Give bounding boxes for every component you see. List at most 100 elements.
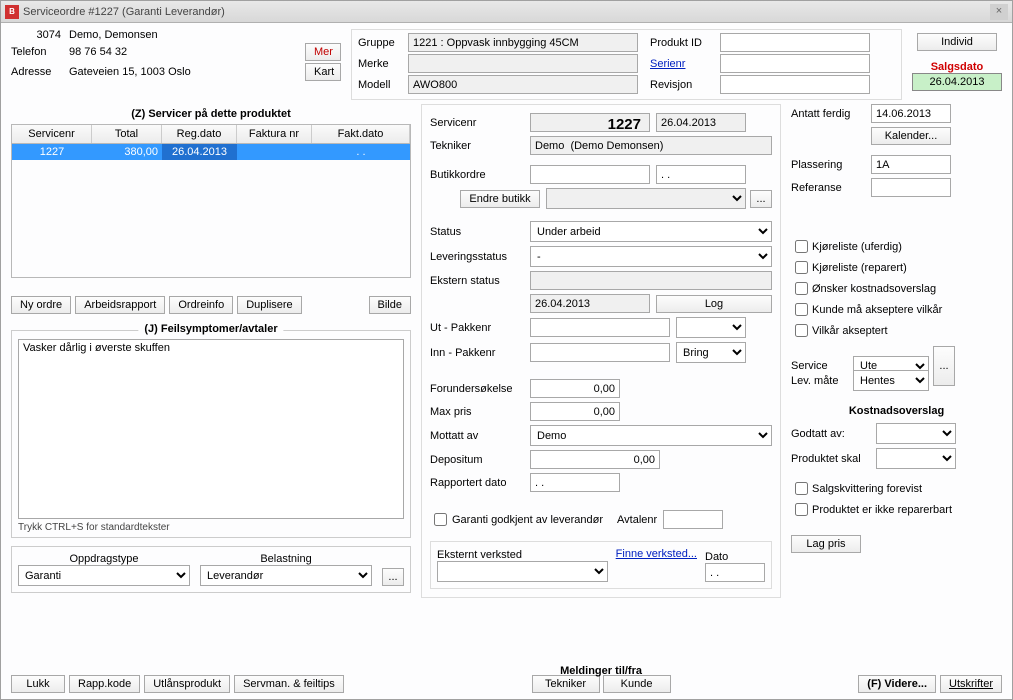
plassering-field[interactable]: [871, 155, 951, 174]
status-label: Status: [430, 226, 530, 238]
th-regdato[interactable]: Reg.dato: [162, 125, 237, 143]
address-value: Gateveien 15, 1003 Oslo: [69, 66, 191, 78]
oppdrag-more-button[interactable]: ...: [382, 568, 404, 586]
videre-button[interactable]: (F) Videre...: [858, 675, 936, 693]
antatt-label: Antatt ferdig: [791, 108, 871, 120]
th-total[interactable]: Total: [92, 125, 162, 143]
butikkordre-dato[interactable]: [656, 165, 746, 184]
produktid-field[interactable]: [720, 33, 870, 52]
services-table-body[interactable]: 1227 380,00 26.04.2013 . .: [11, 144, 411, 278]
status-select[interactable]: Under arbeid: [530, 221, 772, 242]
kjoreliste-uferdig-check[interactable]: [795, 240, 808, 253]
produktet-skal-select[interactable]: [876, 448, 956, 469]
ny-ordre-button[interactable]: Ny ordre: [11, 296, 71, 314]
mer-button[interactable]: Mer: [305, 43, 341, 61]
godtatt-select[interactable]: [876, 423, 956, 444]
lag-pris-button[interactable]: Lag pris: [791, 535, 861, 553]
garanti-godkjent-check[interactable]: [434, 513, 447, 526]
utlansprodukt-button[interactable]: Utlånsprodukt: [144, 675, 230, 693]
serienr-link[interactable]: Serienr: [650, 58, 720, 70]
app-icon: B: [5, 5, 19, 19]
phone-value: 98 76 54 32: [69, 46, 127, 58]
utskrifter-button[interactable]: Utskrifter: [940, 675, 1002, 693]
modell-field[interactable]: [408, 75, 638, 94]
forundersokelse-label: Forundersøkelse: [430, 383, 530, 395]
ekstern-status-field[interactable]: [530, 271, 772, 290]
vilkar-akseptert-check[interactable]: [795, 324, 808, 337]
belastning-select[interactable]: Leverandør: [200, 565, 372, 586]
log-button[interactable]: Log: [656, 295, 772, 313]
onsker-overslag-check[interactable]: [795, 282, 808, 295]
lukk-button[interactable]: Lukk: [11, 675, 65, 693]
th-faktdato[interactable]: Fakt.dato: [312, 125, 410, 143]
inn-pakke-field[interactable]: [530, 343, 670, 362]
merke-label: Merke: [358, 58, 408, 70]
serienr-field[interactable]: [720, 54, 870, 73]
levmate-select[interactable]: Hentes: [853, 370, 929, 391]
service-label: Service: [791, 360, 853, 372]
ut-pakke-field[interactable]: [530, 318, 670, 337]
butikk-select[interactable]: [546, 188, 746, 209]
kunde-akseptere-label: Kunde må akseptere vilkår: [812, 304, 942, 316]
ut-pakke-select[interactable]: [676, 317, 746, 338]
forundersokelse-field[interactable]: [530, 379, 620, 398]
feilsymptomer-text[interactable]: [18, 339, 404, 519]
salgskvittering-check[interactable]: [795, 482, 808, 495]
maxpris-label: Max pris: [430, 406, 530, 418]
service-more-button[interactable]: ...: [933, 346, 955, 386]
revisjon-label: Revisjon: [650, 79, 720, 91]
th-fakturanr[interactable]: Faktura nr: [237, 125, 312, 143]
eksternt-select[interactable]: [437, 561, 608, 582]
servman-button[interactable]: Servman. & feiltips: [234, 675, 344, 693]
leveringsstatus-select[interactable]: -: [530, 246, 772, 267]
customer-name: Demo, Demonsen: [69, 29, 158, 41]
kalender-button[interactable]: Kalender...: [871, 127, 951, 145]
avtalenr-field[interactable]: [663, 510, 723, 529]
kunde-button[interactable]: Kunde: [603, 675, 671, 693]
rapportert-label: Rapportert dato: [430, 477, 530, 489]
depositum-field[interactable]: [530, 450, 660, 469]
plassering-label: Plassering: [791, 159, 871, 171]
bilde-button[interactable]: Bilde: [369, 296, 411, 314]
mottatt-select[interactable]: Demo: [530, 425, 772, 446]
finne-verksted-link[interactable]: Finne verksted...: [616, 548, 697, 560]
ordreinfo-button[interactable]: Ordreinfo: [169, 296, 233, 314]
onsker-overslag-label: Ønsker kostnadsoverslag: [812, 283, 936, 295]
inn-pakke-select[interactable]: Bring: [676, 342, 746, 363]
maxpris-field[interactable]: [530, 402, 620, 421]
eksternt-dato-field[interactable]: [705, 563, 765, 582]
gruppe-field[interactable]: [408, 33, 638, 52]
servicenr-dato[interactable]: [656, 113, 746, 132]
kjoreliste-reparert-check[interactable]: [795, 261, 808, 274]
tekniker-field[interactable]: [530, 136, 772, 155]
ikke-reparerbart-check[interactable]: [795, 503, 808, 516]
ekstern-status-dato[interactable]: [530, 294, 650, 313]
referanse-label: Referanse: [791, 182, 871, 194]
kjoreliste-reparert-label: Kjøreliste (reparert): [812, 262, 907, 274]
revisjon-field[interactable]: [720, 75, 870, 94]
th-servicenr[interactable]: Servicenr: [12, 125, 92, 143]
close-button[interactable]: ×: [990, 4, 1008, 20]
meldinger-label: Meldinger til/fra: [560, 665, 642, 677]
endre-butikk-button[interactable]: Endre butikk: [460, 190, 540, 208]
servicenr-label: Servicenr: [430, 117, 530, 129]
duplisere-button[interactable]: Duplisere: [237, 296, 301, 314]
butikk-more-button[interactable]: ...: [750, 190, 772, 208]
arbeidsrapport-button[interactable]: Arbeidsrapport: [75, 296, 165, 314]
oppdragstype-select[interactable]: Garanti: [18, 565, 190, 586]
antatt-field[interactable]: [871, 104, 951, 123]
rapp-kode-button[interactable]: Rapp.kode: [69, 675, 140, 693]
eksternt-dato-label: Dato: [705, 551, 765, 563]
merke-field[interactable]: [408, 54, 638, 73]
individ-button[interactable]: Individ: [917, 33, 997, 51]
kunde-akseptere-check[interactable]: [795, 303, 808, 316]
rapportert-field[interactable]: [530, 473, 620, 492]
kart-button[interactable]: Kart: [305, 63, 341, 81]
referanse-field[interactable]: [871, 178, 951, 197]
phone-label: Telefon: [11, 46, 61, 58]
tekniker-button[interactable]: Tekniker: [532, 675, 600, 693]
table-row[interactable]: 1227 380,00 26.04.2013 . .: [12, 144, 410, 160]
servicenr-value: 1227: [530, 113, 650, 132]
butikkordre-field[interactable]: [530, 165, 650, 184]
belastning-label: Belastning: [200, 553, 372, 565]
